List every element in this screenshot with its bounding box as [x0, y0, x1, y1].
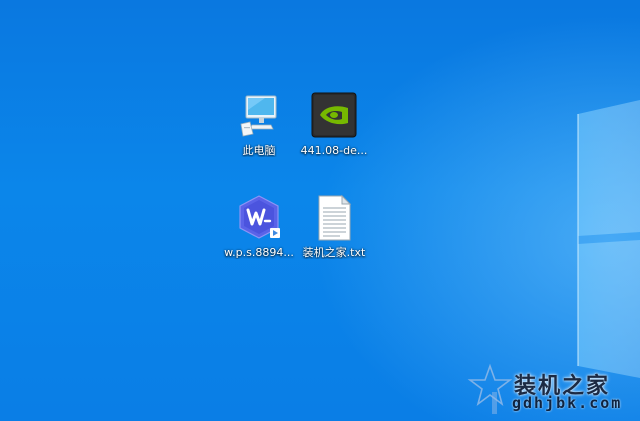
desktop-icon-label: w.p.s.8894... — [224, 246, 294, 259]
desktop-icon-label: 装机之家.txt — [302, 246, 366, 259]
computer-icon — [235, 92, 283, 140]
watermark: 装机之家 gdhjbk.com — [466, 362, 636, 418]
star-logo-icon — [467, 363, 513, 414]
desktop[interactable]: 此电脑 441.08-de... w.p.s.8894... 装机之家.txt … — [0, 0, 640, 421]
desktop-icon-label: 此电脑 — [242, 144, 276, 157]
desktop-icon-label: 441.08-de... — [300, 144, 368, 157]
text-file-icon — [310, 194, 358, 242]
desktop-icon-nvidia-driver[interactable]: 441.08-de... — [296, 92, 372, 164]
watermark-url: gdhjbk.com — [512, 394, 623, 412]
wps-icon — [235, 194, 283, 242]
nvidia-icon — [310, 92, 358, 140]
desktop-icon-wps-installer[interactable]: w.p.s.8894... — [221, 194, 297, 266]
desktop-icon-text-file[interactable]: 装机之家.txt — [296, 194, 372, 266]
desktop-icon-this-pc[interactable]: 此电脑 — [221, 92, 297, 164]
